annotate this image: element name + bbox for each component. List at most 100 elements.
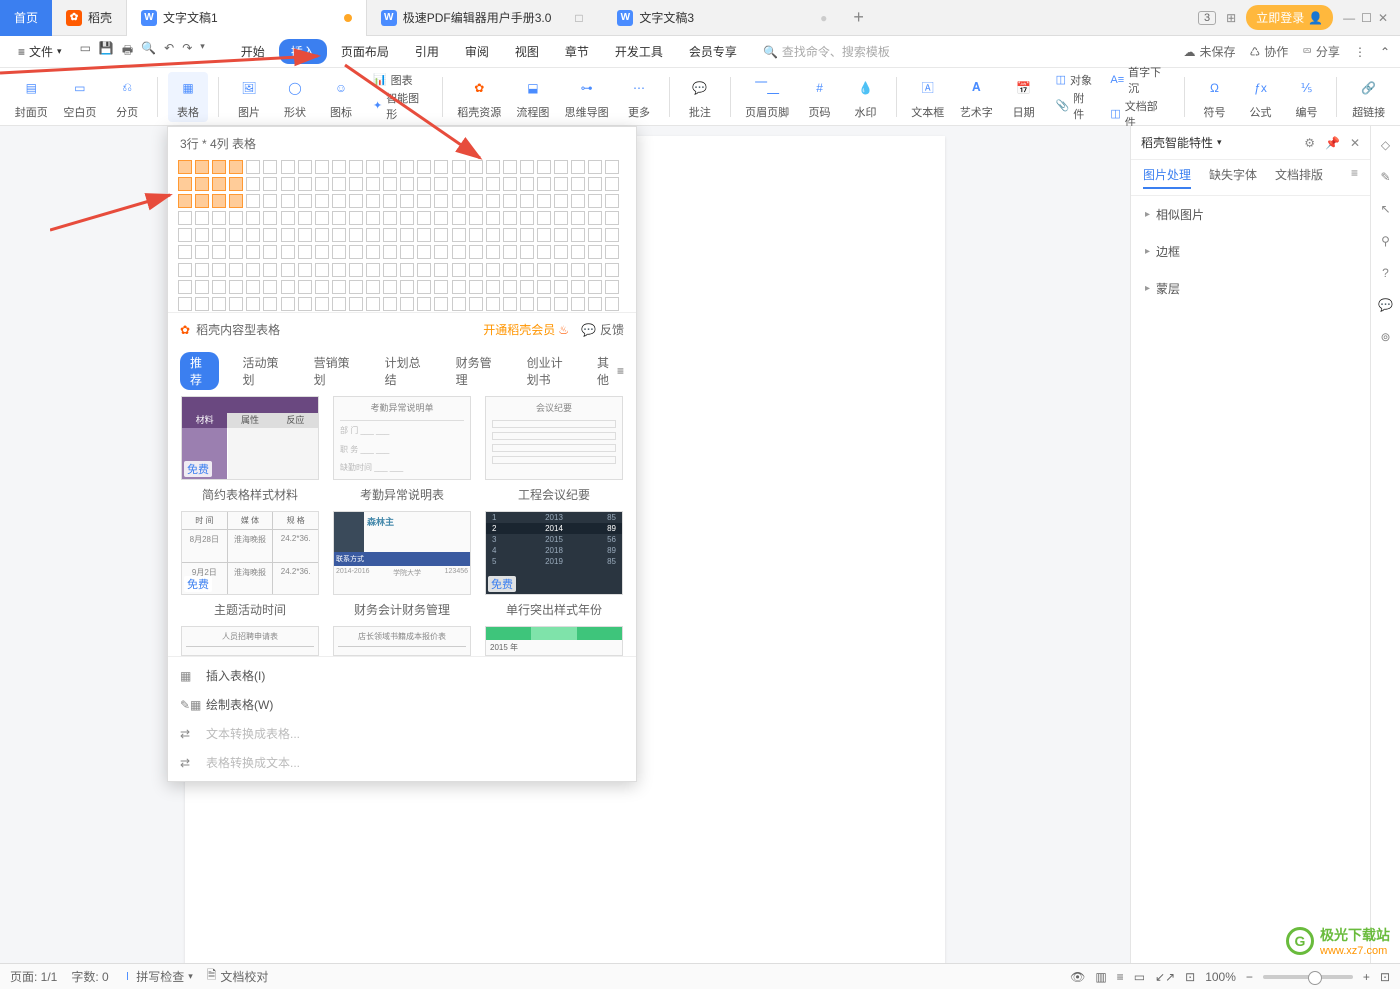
grid-cell[interactable] — [452, 211, 466, 225]
grid-cell[interactable] — [588, 297, 602, 311]
grid-cell[interactable] — [434, 194, 448, 208]
template-item[interactable]: 考勤异常说明单 部 门 ___ ___职 务 ___ ___缺勤时间 ___ _… — [330, 396, 474, 503]
grid-cell[interactable] — [571, 263, 585, 277]
pin-icon[interactable]: 📌 — [1325, 136, 1340, 150]
grid-cell[interactable] — [503, 211, 517, 225]
grid-cell[interactable] — [195, 245, 209, 259]
qat-preview-icon[interactable]: 🔍 — [141, 41, 156, 62]
grid-cell[interactable] — [571, 228, 585, 242]
grid-cell[interactable] — [469, 297, 483, 311]
grid-cell[interactable] — [400, 177, 414, 191]
grid-cell[interactable] — [469, 245, 483, 259]
zoom-in-icon[interactable]: + — [1363, 970, 1370, 984]
grid-cell[interactable] — [281, 194, 295, 208]
grid-cell[interactable] — [246, 160, 260, 174]
grid-cell[interactable] — [315, 280, 329, 294]
grid-cell[interactable] — [486, 211, 500, 225]
grid-cell[interactable] — [486, 297, 500, 311]
close-icon[interactable]: ✕ — [1378, 11, 1388, 25]
grid-cell[interactable] — [486, 245, 500, 259]
grid-cell[interactable] — [263, 211, 277, 225]
grid-cell[interactable] — [503, 297, 517, 311]
grid-cell[interactable] — [229, 160, 243, 174]
grid-cell[interactable] — [298, 297, 312, 311]
grid-cell[interactable] — [486, 177, 500, 191]
grid-cell[interactable] — [537, 245, 551, 259]
btn-wordart[interactable]: 𝐀艺术字 — [955, 72, 998, 122]
grid-cell[interactable] — [195, 263, 209, 277]
grid-cell[interactable] — [281, 263, 295, 277]
tab-view[interactable]: 视图 — [503, 39, 551, 64]
grid-cell[interactable] — [366, 263, 380, 277]
grid-cell[interactable] — [417, 211, 431, 225]
grid-cell[interactable] — [400, 297, 414, 311]
member-link[interactable]: 开通稻壳会员 ♨ — [483, 321, 569, 338]
grid-cell[interactable] — [366, 211, 380, 225]
apps-icon[interactable]: ⊞ — [1226, 11, 1236, 25]
grid-cell[interactable] — [571, 194, 585, 208]
grid-cell[interactable] — [537, 263, 551, 277]
grid-cell[interactable] — [605, 211, 619, 225]
grid-cell[interactable] — [469, 177, 483, 191]
grid-cell[interactable] — [503, 245, 517, 259]
grid-cell[interactable] — [212, 177, 226, 191]
pen-icon[interactable]: ✎ — [1380, 170, 1390, 184]
grid-cell[interactable] — [588, 177, 602, 191]
tpl-tab-0[interactable]: 推荐 — [180, 352, 219, 390]
grid-cell[interactable] — [315, 263, 329, 277]
grid-cell[interactable] — [452, 297, 466, 311]
btn-flow[interactable]: ⬓流程图 — [512, 72, 555, 122]
tab-docke[interactable]: ✿ 稻壳 — [52, 0, 126, 36]
grid-cell[interactable] — [349, 297, 363, 311]
help-icon[interactable]: ? — [1382, 266, 1389, 280]
template-item[interactable]: 森林主 联系方式 2014-2016学院大学123456 财务会计财务管理 — [330, 511, 474, 618]
grid-cell[interactable] — [281, 211, 295, 225]
view-read-icon[interactable]: ↙↗ — [1155, 970, 1175, 984]
grid-cell[interactable] — [400, 228, 414, 242]
grid-cell[interactable] — [315, 160, 329, 174]
grid-cell[interactable] — [554, 263, 568, 277]
btn-parts[interactable]: ◫文档部件 — [1110, 98, 1167, 130]
grid-cell[interactable] — [229, 297, 243, 311]
grid-cell[interactable] — [469, 228, 483, 242]
btn-mind[interactable]: ⊶思维导图 — [560, 72, 613, 122]
grid-cell[interactable] — [246, 177, 260, 191]
login-button[interactable]: 立即登录 👤 — [1246, 5, 1333, 30]
tab-start[interactable]: 开始 — [229, 39, 277, 64]
grid-cell[interactable] — [332, 177, 346, 191]
template-item[interactable]: 2015 年 — [482, 626, 626, 656]
tab-home[interactable]: 首页 — [0, 0, 52, 36]
grid-cell[interactable] — [571, 160, 585, 174]
grid-cell[interactable] — [588, 211, 602, 225]
btn-comment[interactable]: 💬批注 — [680, 72, 720, 122]
grid-cell[interactable] — [332, 280, 346, 294]
qat-dropdown-icon[interactable]: ▾ — [200, 41, 205, 62]
grid-cell[interactable] — [349, 194, 363, 208]
gear-icon[interactable]: ⚙ — [1304, 136, 1315, 150]
collapse-ribbon-icon[interactable]: ⌃ — [1380, 45, 1390, 59]
cursor-icon[interactable]: ↖ — [1380, 202, 1390, 216]
grid-cell[interactable] — [452, 177, 466, 191]
grid-cell[interactable] — [178, 280, 192, 294]
grid-cell[interactable] — [469, 280, 483, 294]
grid-cell[interactable] — [503, 228, 517, 242]
grid-cell[interactable] — [246, 228, 260, 242]
maximize-icon[interactable]: ☐ — [1361, 11, 1372, 25]
action-draw-table[interactable]: ✎▦绘制表格(W) — [168, 690, 636, 719]
grid-cell[interactable] — [298, 160, 312, 174]
grid-cell[interactable] — [503, 160, 517, 174]
grid-cell[interactable] — [537, 228, 551, 242]
grid-cell[interactable] — [281, 245, 295, 259]
template-item[interactable]: 人员招聘申请表 — [178, 626, 322, 656]
rp-section-border[interactable]: ▸边框 — [1131, 233, 1370, 270]
eye-icon[interactable]: 👁 — [1070, 970, 1085, 984]
btn-attach[interactable]: 📎附件 — [1056, 90, 1093, 122]
grid-cell[interactable] — [349, 280, 363, 294]
grid-cell[interactable] — [366, 160, 380, 174]
zoom-value[interactable]: 100% — [1205, 970, 1236, 984]
grid-cell[interactable] — [298, 263, 312, 277]
grid-cell[interactable] — [263, 177, 277, 191]
grid-cell[interactable] — [212, 228, 226, 242]
grid-cell[interactable] — [400, 280, 414, 294]
more-icon[interactable]: ≡ — [1351, 166, 1358, 189]
